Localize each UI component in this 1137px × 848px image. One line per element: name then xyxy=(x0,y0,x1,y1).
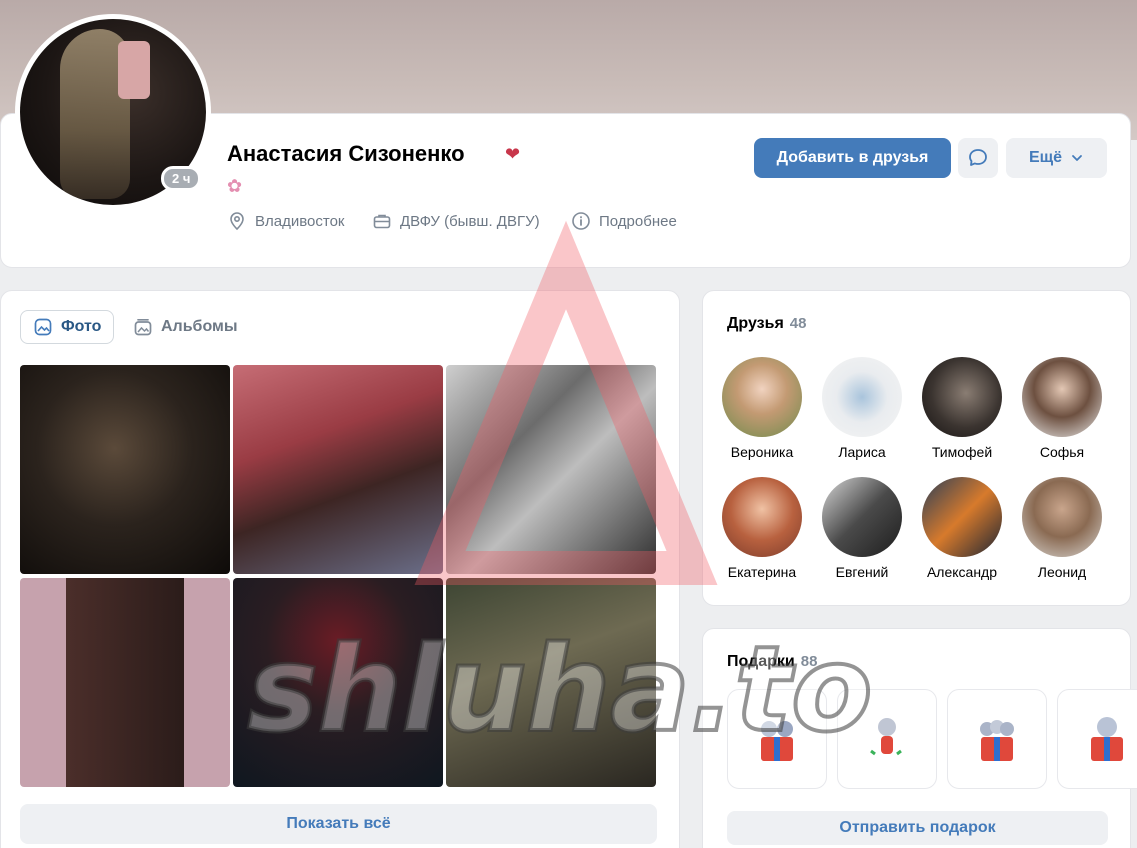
gift-item[interactable] xyxy=(947,689,1047,789)
avatar xyxy=(1022,477,1102,557)
city-info: Владивосток xyxy=(227,211,344,231)
more-label: Ещё xyxy=(1028,149,1063,166)
friend-item[interactable]: Александр xyxy=(917,477,1007,580)
gifts-count: 88 xyxy=(800,653,818,670)
friends-title: Друзья xyxy=(727,315,784,332)
briefcase-icon xyxy=(373,214,391,229)
friend-name: Софья xyxy=(1039,444,1085,460)
friend-name: Лариса xyxy=(838,444,886,460)
last-seen-badge: 2 ч xyxy=(161,166,202,191)
friend-name: Леонид xyxy=(1037,564,1087,580)
send-gift-button[interactable]: Отправить подарок xyxy=(727,811,1108,845)
gifts-header[interactable]: Подарки 88 xyxy=(727,653,817,671)
albums-icon xyxy=(134,318,152,336)
avatar xyxy=(822,477,902,557)
photo-thumbnail[interactable] xyxy=(233,365,443,574)
university-info: ДВФУ (бывш. ДВГУ) xyxy=(372,211,540,231)
photo-thumbnail[interactable] xyxy=(20,578,230,787)
friend-item[interactable]: Екатерина xyxy=(717,477,807,580)
avatar xyxy=(1022,357,1102,437)
avatar xyxy=(722,477,802,557)
avatar xyxy=(722,357,802,437)
friend-item[interactable]: Евгений xyxy=(817,477,907,580)
chevron-down-icon xyxy=(1072,155,1082,161)
gift-box-icon xyxy=(980,720,1014,761)
friends-header[interactable]: Друзья 48 xyxy=(727,315,806,333)
friend-item[interactable]: Софья xyxy=(1017,357,1107,460)
cat-gift-icon xyxy=(870,718,902,756)
photo-thumbnail[interactable] xyxy=(233,578,443,787)
heart-emoji-icon: ❤ xyxy=(505,144,521,164)
message-bubble-icon xyxy=(969,149,987,166)
gift-box-icon xyxy=(1091,717,1123,761)
show-all-photos-button[interactable]: Показать всё xyxy=(20,804,657,844)
gift-item[interactable] xyxy=(1057,689,1137,789)
info-icon xyxy=(572,212,590,230)
add-friend-button[interactable]: Добавить в друзья xyxy=(754,138,951,178)
friend-name: Тимофей xyxy=(931,444,993,460)
details-link[interactable]: Подробнее xyxy=(571,211,677,231)
friend-item[interactable]: Вероника xyxy=(717,357,807,460)
more-button[interactable]: Ещё xyxy=(1006,138,1107,178)
location-pin-icon xyxy=(230,212,244,231)
photo-thumbnail[interactable] xyxy=(446,365,656,574)
friends-card: Друзья 48 Вероника Лариса Тимофей Софья Е… xyxy=(702,290,1131,606)
friend-item[interactable]: Леонид xyxy=(1017,477,1107,580)
city-label: Владивосток xyxy=(255,212,345,230)
avatar xyxy=(922,477,1002,557)
flower-emoji-icon: ✿ xyxy=(227,176,243,196)
avatar xyxy=(922,357,1002,437)
details-label: Подробнее xyxy=(599,212,677,230)
tab-photos-label: Фото xyxy=(61,318,102,335)
tab-photos[interactable]: Фото xyxy=(20,310,115,344)
friend-name: Александр xyxy=(926,564,998,580)
gifts-card: Подарки 88 Отправить подарок xyxy=(702,628,1137,848)
university-label: ДВФУ (бывш. ДВГУ) xyxy=(400,212,540,230)
photos-card: Фото Альбомы Показать всё xyxy=(0,290,680,848)
friend-name: Евгений xyxy=(835,564,889,580)
tab-albums[interactable]: Альбомы xyxy=(121,310,250,344)
profile-name: Анастасия Сизоненко xyxy=(227,141,465,166)
gift-item[interactable] xyxy=(837,689,937,789)
gift-box-icon xyxy=(761,721,793,761)
photo-thumbnail[interactable] xyxy=(20,365,230,574)
gifts-title: Подарки xyxy=(727,653,795,670)
gift-item[interactable] xyxy=(727,689,827,789)
friend-name: Екатерина xyxy=(727,564,797,580)
message-button[interactable] xyxy=(958,138,998,178)
photo-thumbnail[interactable] xyxy=(446,578,656,787)
tab-albums-label: Альбомы xyxy=(161,318,238,335)
photo-icon xyxy=(34,318,52,336)
friend-item[interactable]: Тимофей xyxy=(917,357,1007,460)
friends-count: 48 xyxy=(789,315,807,332)
friend-item[interactable]: Лариса xyxy=(817,357,907,460)
avatar xyxy=(822,357,902,437)
friend-name: Вероника xyxy=(730,444,794,460)
